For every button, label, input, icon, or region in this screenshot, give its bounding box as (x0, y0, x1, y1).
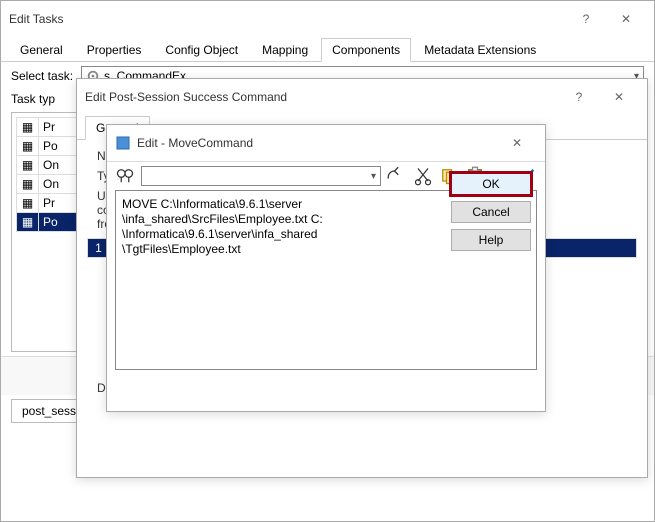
chevron-down-icon: ▾ (371, 171, 376, 182)
binoculars-icon[interactable] (115, 166, 135, 186)
cut-icon[interactable] (413, 166, 433, 186)
ok-button[interactable]: OK (451, 173, 531, 195)
edit-tasks-title: Edit Tasks (9, 12, 566, 26)
tab-metadata-extensions[interactable]: Metadata Extensions (413, 38, 547, 62)
edit-command-window: Edit - MoveCommand ✕ ▾ ✕ MOVE C:\Informa… (106, 124, 546, 412)
select-task-label: Select task: (11, 69, 81, 83)
command-text: MOVE C:\Informatica\9.6.1\server \infa_s… (122, 197, 323, 256)
tab-config-object[interactable]: Config Object (154, 38, 249, 62)
edit-tasks-titlebar: Edit Tasks ? ✕ (1, 1, 654, 37)
post-session-title: Edit Post-Session Success Command (85, 90, 559, 104)
cancel-button[interactable]: Cancel (451, 201, 531, 223)
edit-titlebar: Edit - MoveCommand ✕ (107, 125, 545, 162)
session-icon: ▦ (22, 215, 33, 229)
post-session-titlebar: Edit Post-Session Success Command ? ✕ (77, 79, 647, 115)
tab-mapping[interactable]: Mapping (251, 38, 319, 62)
session-icon: ▦ (22, 139, 33, 153)
help-icon[interactable]: ? (559, 85, 599, 109)
edit-title: Edit - MoveCommand (137, 136, 497, 150)
session-icon: ▦ (22, 177, 33, 191)
session-icon: ▦ (22, 196, 33, 210)
tabs-bar: General Properties Config Object Mapping… (1, 37, 654, 62)
find-combo[interactable]: ▾ (141, 166, 381, 186)
help-button[interactable]: Help (451, 229, 531, 251)
session-icon: ▦ (22, 158, 33, 172)
help-icon[interactable]: ? (566, 7, 606, 31)
session-icon: ▦ (22, 120, 33, 134)
tab-properties[interactable]: Properties (76, 38, 153, 62)
tab-components[interactable]: Components (321, 38, 411, 62)
app-icon (115, 135, 131, 151)
close-icon[interactable]: ✕ (599, 85, 639, 109)
close-icon[interactable]: ✕ (606, 7, 646, 31)
undo-icon[interactable] (387, 166, 407, 186)
close-icon[interactable]: ✕ (497, 131, 537, 155)
edit-buttons: OK Cancel Help (451, 173, 531, 251)
tab-general[interactable]: General (9, 38, 74, 62)
